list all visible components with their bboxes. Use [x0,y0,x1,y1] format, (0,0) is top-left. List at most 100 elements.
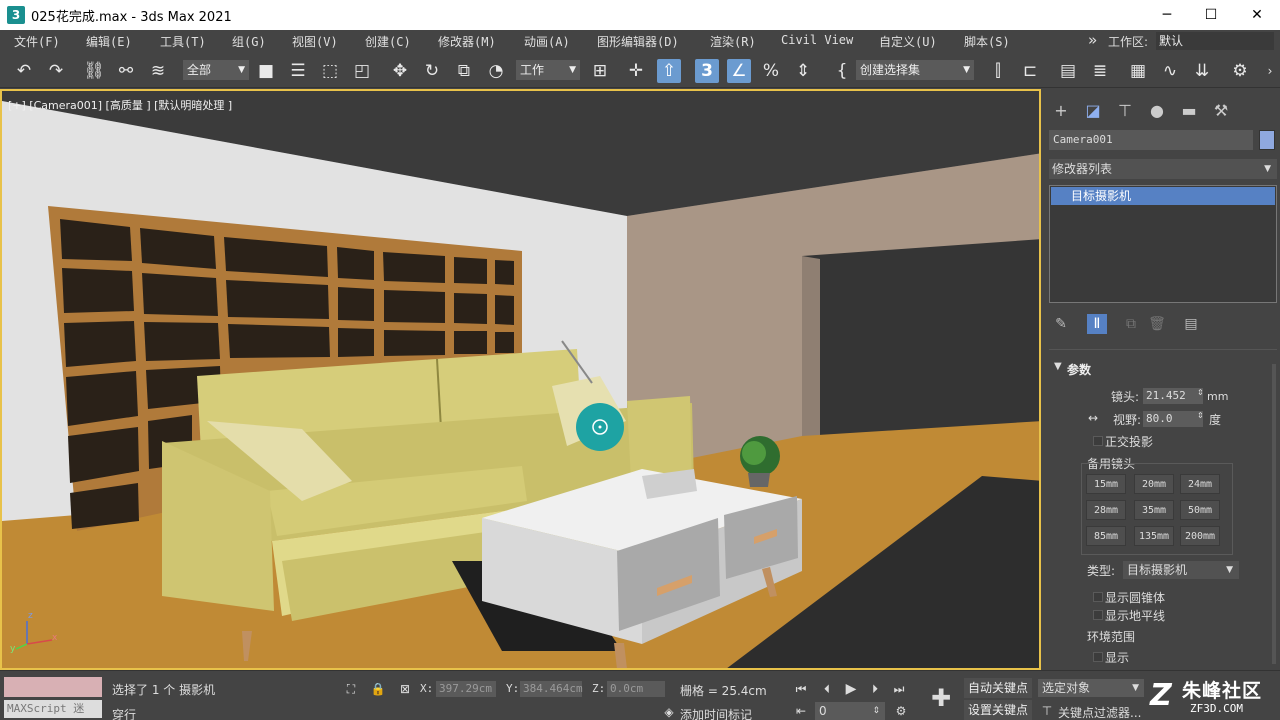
viewport-label[interactable]: [+] [Camera001] [高质量 ] [默认明暗处理 ] [8,97,232,113]
select-manipulate-icon[interactable]: ✛ [624,59,648,83]
lens-spinner[interactable]: 21.452 [1143,388,1203,404]
preset-28mm-button[interactable]: 28mm [1086,500,1126,520]
preset-24mm-button[interactable]: 24mm [1180,474,1220,494]
rectangular-selection-icon[interactable]: ⬚ [318,59,342,83]
menu-civil-view[interactable]: Civil View [781,33,853,47]
schematic-view-icon[interactable]: ⇊ [1190,59,1214,83]
z-coord-field[interactable]: 0.0cm [607,681,665,697]
redo-icon[interactable]: ↷ [44,59,68,83]
camera-type-dropdown[interactable]: 目标摄影机 ▼ [1123,561,1239,579]
preset-200mm-button[interactable]: 200mm [1180,526,1220,546]
set-key-button[interactable]: 设置关键点 [964,700,1033,720]
preset-135mm-button[interactable]: 135mm [1134,526,1174,546]
spinner-snap-icon[interactable]: ⇕ [791,59,815,83]
menu-animation[interactable]: 动画(A) [524,33,570,50]
select-object-icon[interactable]: ■ [254,59,278,83]
x-coord-field[interactable]: 397.29cm [436,681,496,697]
preset-35mm-button[interactable]: 35mm [1134,500,1174,520]
modifier-stack[interactable]: 目标摄影机 [1049,185,1277,303]
stack-item-target-camera[interactable]: 目标摄影机 [1051,187,1275,205]
camera-viewport[interactable]: [+] [Camera001] [高质量 ] [默认明暗处理 ] z x y [0,89,1041,670]
y-coord-field[interactable]: 384.464cm [520,681,583,697]
maximize-button[interactable]: ☐ [1188,0,1234,30]
modify-tab-icon[interactable]: ◪ [1082,99,1104,121]
object-name-field[interactable]: Camera001 [1049,130,1253,150]
selection-filter-dropdown[interactable]: 全部 ▼ [183,60,249,80]
previous-frame-icon[interactable]: ⏴ [818,680,836,698]
fov-spinner-arrows-icon[interactable]: ⇕ [1197,411,1204,420]
scene-explorer-icon[interactable]: ▤ [1056,59,1080,83]
undo-icon[interactable]: ↶ [12,59,36,83]
workspace-dropdown[interactable]: 默认 [1156,32,1274,50]
key-filters-icon[interactable]: ⊤ [1038,702,1056,720]
rollout-collapse-icon[interactable]: ▼ [1054,361,1062,372]
show-end-result-icon[interactable]: Ⅱ [1087,314,1107,334]
rotate-icon[interactable]: ↻ [420,59,444,83]
absolute-mode-icon[interactable]: ⊠ [396,680,414,698]
menu-rendering[interactable]: 渲染(R) [710,33,756,50]
layer-explorer-icon[interactable]: ≣ [1088,59,1112,83]
menu-scripting[interactable]: 脚本(S) [964,33,1010,50]
menu-edit[interactable]: 编辑(E) [86,33,132,50]
hierarchy-tab-icon[interactable]: ⊤ [1114,99,1136,121]
place-icon[interactable]: ◔ [484,59,508,83]
menu-create[interactable]: 创建(C) [365,33,411,50]
parameters-header[interactable]: 参数 [1067,361,1091,378]
bind-space-warp-icon[interactable]: ≋ [146,59,170,83]
toolbar-overflow-icon[interactable]: › [1258,59,1280,83]
keyboard-shortcut-override-icon[interactable]: ⇧ [657,59,681,83]
time-configuration-icon[interactable]: ⚙ [892,702,910,720]
menu-tools[interactable]: 工具(T) [160,33,206,50]
default-in-out-tangent-icon[interactable]: ✚ [928,684,954,712]
motion-tab-icon[interactable]: ● [1146,99,1168,121]
isolate-selection-icon[interactable]: ⛶ [342,680,360,698]
unlink-icon[interactable]: ⚯ [114,59,138,83]
pin-stack-icon[interactable]: ✎ [1051,314,1071,334]
material-editor-icon[interactable]: ⚙ [1228,59,1252,83]
show-horizon-checkbox[interactable] [1093,610,1103,620]
selection-filter-key-dropdown[interactable]: 选定对象 ▼ [1038,679,1144,697]
add-time-tag-button[interactable]: 添加时间标记 [680,706,752,720]
lens-spinner-arrows-icon[interactable]: ⇕ [1197,388,1204,397]
selection-lock-icon[interactable]: 🔒 [369,680,387,698]
orthographic-checkbox[interactable] [1093,436,1103,446]
percent-snap-icon[interactable]: % [759,59,783,83]
configure-modifier-sets-icon[interactable]: ▤ [1181,314,1201,334]
modifier-list-dropdown[interactable]: 修改器列表 ▼ [1049,159,1277,179]
display-tab-icon[interactable]: ▬ [1178,99,1200,121]
env-show-checkbox[interactable] [1093,652,1103,662]
next-frame-icon[interactable]: ⏵ [866,680,884,698]
toggle-ribbon-icon[interactable]: ▦ [1126,59,1150,83]
edit-named-selection-icon[interactable]: { [830,59,854,83]
close-button[interactable]: ✕ [1234,0,1280,30]
preset-15mm-button[interactable]: 15mm [1086,474,1126,494]
move-icon[interactable]: ✥ [388,59,412,83]
align-icon[interactable]: ⊏ [1018,59,1042,83]
preset-85mm-button[interactable]: 85mm [1086,526,1126,546]
menu-modifiers[interactable]: 修改器(M) [438,33,496,50]
create-tab-icon[interactable]: + [1050,99,1072,121]
preset-50mm-button[interactable]: 50mm [1180,500,1220,520]
reference-coordinate-dropdown[interactable]: 工作 ▼ [516,60,580,80]
link-icon[interactable]: ⛓ [82,59,106,83]
snap-toggle-icon[interactable]: 3 [695,59,719,83]
utilities-tab-icon[interactable]: ⚒ [1210,99,1232,121]
preset-20mm-button[interactable]: 20mm [1134,474,1174,494]
window-crossing-icon[interactable]: ◰ [350,59,374,83]
menu-file[interactable]: 文件(F) [14,33,60,50]
menu-overflow-icon[interactable]: » [1088,31,1097,49]
mirror-icon[interactable]: ⫿ [986,59,1010,83]
auto-key-button[interactable]: 自动关键点 [964,678,1033,698]
make-unique-icon[interactable]: ⧉ [1121,314,1141,334]
panel-scrollbar[interactable] [1272,364,1276,664]
object-color-swatch[interactable] [1259,130,1275,150]
show-cone-checkbox[interactable] [1093,592,1103,602]
key-mode-icon[interactable]: ⇤ [792,702,810,720]
fov-direction-icon[interactable]: ↔ [1088,411,1098,425]
minimize-button[interactable]: ─ [1144,0,1190,30]
scale-icon[interactable]: ⧉ [452,59,476,83]
pivot-center-icon[interactable]: ⊞ [588,59,612,83]
select-by-name-icon[interactable]: ☰ [286,59,310,83]
curve-editor-icon[interactable]: ∿ [1158,59,1182,83]
menu-group[interactable]: 组(G) [232,33,266,50]
